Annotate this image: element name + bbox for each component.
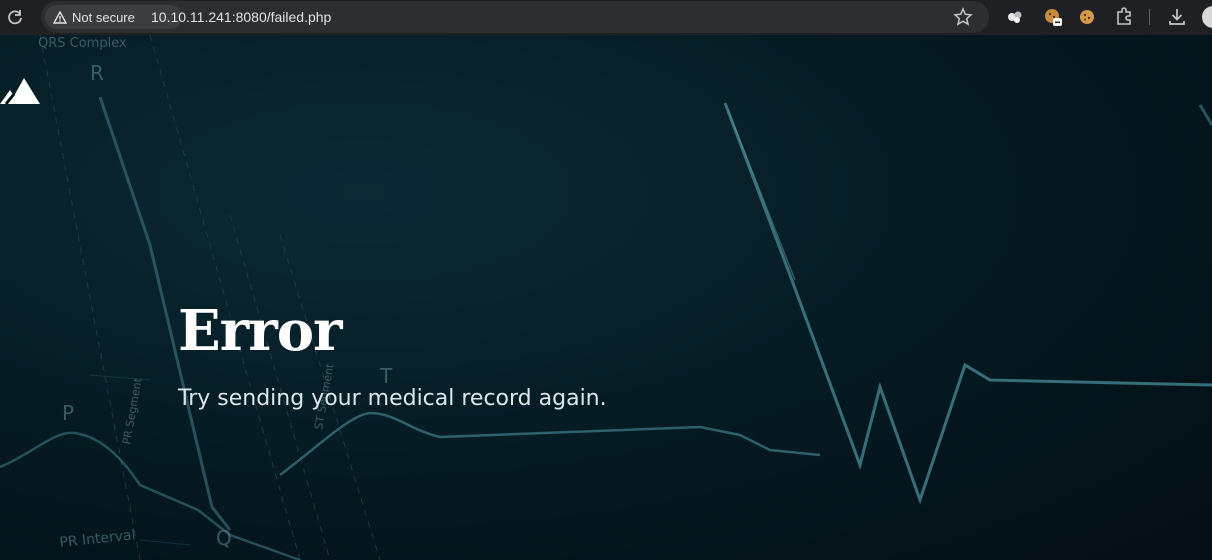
pr-interval-label: PR Interval	[59, 527, 136, 551]
browser-toolbar: Not secure 10.10.11.241:8080/failed.php	[0, 0, 1212, 35]
r-wave-label: R	[90, 61, 104, 85]
url-text[interactable]: 10.10.11.241:8080/failed.php	[151, 9, 331, 25]
error-hero-section: QRS Complex R P Q T PR Segment ST Segmen…	[0, 35, 1212, 560]
bookmark-star-icon[interactable]	[953, 7, 973, 27]
p-wave-label: P	[62, 401, 74, 425]
error-message: Try sending your medical record again.	[178, 386, 607, 411]
pr-segment-label: PR Segment	[120, 376, 145, 445]
error-heading: Error	[178, 298, 343, 364]
warning-icon	[53, 10, 67, 24]
profile-avatar[interactable]	[1202, 6, 1212, 28]
qrs-complex-label: QRS Complex	[38, 36, 127, 51]
address-bar[interactable]: Not secure 10.10.11.241:8080/failed.php	[41, 1, 989, 33]
download-icon[interactable]	[1166, 6, 1188, 28]
security-label: Not secure	[72, 9, 135, 25]
cookie-editor-icon[interactable]	[1042, 6, 1064, 28]
toolbar-divider	[1149, 9, 1150, 25]
site-logo-icon	[0, 78, 40, 104]
extension-icon[interactable]	[1004, 6, 1026, 28]
puzzle-icon[interactable]	[1113, 6, 1135, 28]
cookie-icon[interactable]	[1076, 6, 1098, 28]
reload-icon[interactable]	[5, 7, 25, 27]
q-wave-label: Q	[216, 526, 232, 550]
t-wave-label: T	[379, 364, 393, 388]
